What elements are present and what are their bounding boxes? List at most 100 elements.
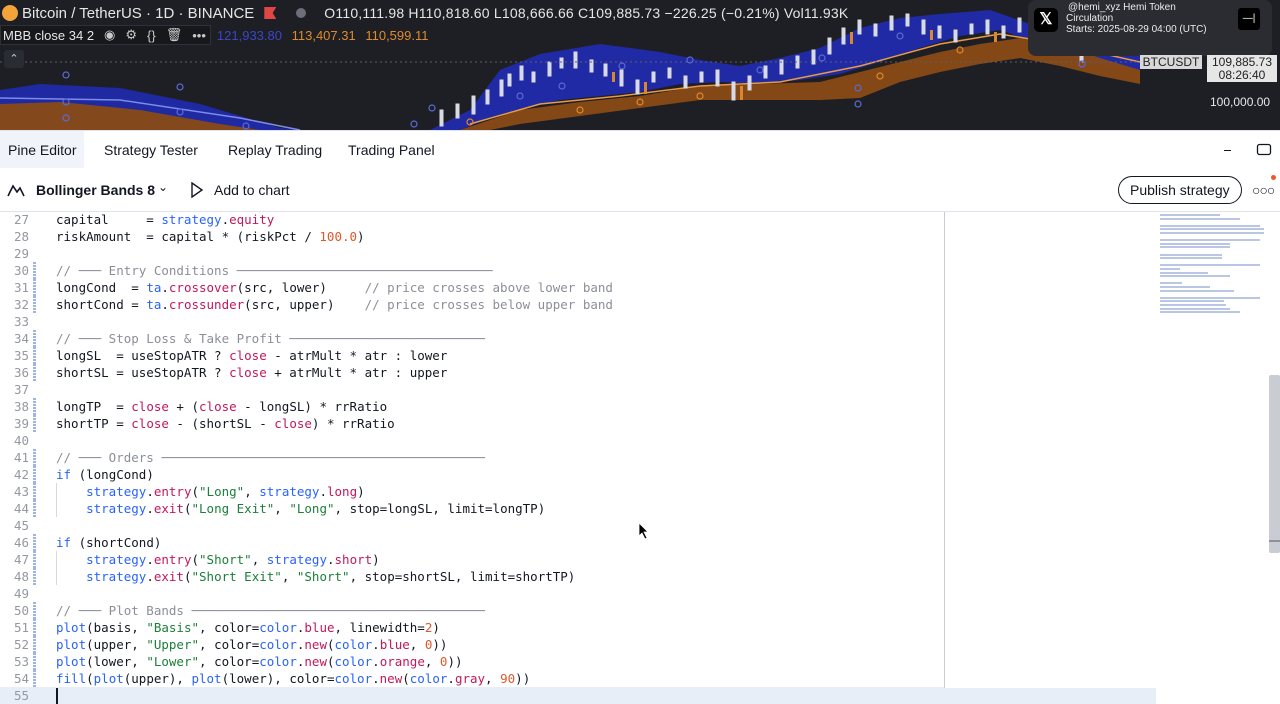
line-number: 48	[13, 569, 29, 584]
text-caret	[56, 688, 58, 704]
collapse-legend-button[interactable]: ⌃	[4, 50, 24, 68]
change-marker	[33, 619, 36, 636]
minimap-line	[1160, 275, 1230, 278]
code-text: longSL = useStopATR ? close - atrMult * …	[56, 348, 448, 363]
price-chart[interactable]: Bitcoin / TetherUS · 1D · BINANCE O110,1…	[0, 0, 1280, 130]
code-line[interactable]: 52 plot(upper, "Upper", color=color.new(c…	[0, 636, 944, 653]
bottom-panel-tabs: Pine Editor Strategy Tester Replay Tradi…	[0, 130, 1280, 169]
minimap-line	[1160, 289, 1234, 292]
code-line[interactable]: 55	[0, 687, 944, 704]
eye-icon[interactable]: ◉	[104, 27, 115, 43]
code-text: plot(basis, "Basis", color=color.blue, l…	[56, 620, 440, 635]
code-line[interactable]: 31 longCond = ta.crossover(src, lower) //…	[0, 279, 944, 296]
code-line[interactable]: 44 strategy.exit("Long Exit", "Long", st…	[0, 500, 944, 517]
notification-popup[interactable]: 𝕏 @hemi_xyz Hemi Token Circulation Start…	[1028, 0, 1272, 56]
add-to-chart-button[interactable]: Add to chart	[214, 182, 290, 198]
tab-pine-editor[interactable]: Pine Editor	[0, 131, 85, 169]
market-status-icon	[296, 8, 307, 18]
code-line[interactable]: 54 fill(plot(upper), plot(lower), color=c…	[0, 670, 944, 687]
play-icon[interactable]	[190, 182, 204, 198]
change-marker	[33, 466, 36, 483]
code-minimap[interactable]	[1160, 214, 1270, 318]
indicator-label-box[interactable]: MBB close 34 2 ◉ ⚙ {} 🗑 •••	[0, 25, 211, 45]
code-text: riskAmount = capital * (riskPct / 100.0)	[56, 229, 365, 244]
line-number: 42	[13, 467, 29, 482]
line-number: 52	[13, 637, 29, 652]
code-text: plot(lower, "Lower", color=color.new(col…	[56, 654, 463, 669]
change-marker	[33, 228, 36, 245]
code-text: longTP = close + (close - longSL) * rrRa…	[56, 399, 388, 414]
scrollbar-marker	[1269, 540, 1280, 542]
flag-icon[interactable]	[264, 7, 277, 19]
code-line[interactable]: 36 shortSL = useStopATR ? close + atrMult…	[0, 364, 944, 381]
code-line[interactable]: 42 if (longCond)	[0, 466, 944, 483]
notification-title: @hemi_xyz Hemi Token	[1068, 2, 1176, 13]
trash-icon[interactable]: 🗑	[166, 27, 183, 43]
code-text: if (shortCond)	[56, 535, 162, 550]
code-line[interactable]: 51 plot(basis, "Basis", color=color.blue,…	[0, 619, 944, 636]
code-line[interactable]: 53 plot(lower, "Lower", color=color.new(c…	[0, 653, 944, 670]
code-line[interactable]: 33	[0, 313, 944, 330]
code-line[interactable]: 32 shortCond = ta.crossunder(src, upper) …	[0, 296, 944, 313]
indicator-name[interactable]: MBB close 34 2	[3, 28, 94, 43]
minimap-line	[1160, 228, 1264, 231]
code-line[interactable]: 46 if (shortCond)	[0, 534, 944, 551]
change-marker	[33, 415, 36, 432]
code-line[interactable]: 39 shortTP = close - (shortSL - close) * …	[0, 415, 944, 432]
code-line[interactable]: 43 strategy.entry("Long", strategy.long)	[0, 483, 944, 500]
mouse-cursor-icon	[638, 522, 649, 540]
line-number: 54	[13, 671, 29, 686]
line-number: 36	[13, 365, 29, 380]
publish-strategy-button[interactable]: Publish strategy	[1118, 176, 1242, 204]
code-editor[interactable]: 27 capital = strategy.equity 28 riskAmount …	[0, 212, 944, 704]
code-line[interactable]: 30 // ─── Entry Conditions ──────────────…	[0, 262, 944, 279]
code-line[interactable]: 28 riskAmount = capital * (riskPct / 100.…	[0, 228, 944, 245]
line-number: 34	[13, 331, 29, 346]
code-line[interactable]: 49	[0, 585, 944, 602]
minimap-line	[1160, 232, 1264, 234]
code-line[interactable]: 29	[0, 245, 944, 262]
maximize-panel-icon[interactable]	[1256, 141, 1272, 160]
tab-trading-panel[interactable]: Trading Panel	[348, 131, 435, 169]
indicator-values: 121,933.80 113,407.31 110,599.11	[217, 28, 429, 43]
tab-strategy-tester[interactable]: Strategy Tester	[104, 131, 198, 169]
code-text: shortCond = ta.crossunder(src, upper) //…	[56, 297, 613, 312]
symbol-title[interactable]: Bitcoin / TetherUS · 1D · BINANCE	[22, 5, 254, 22]
code-line[interactable]: 27 capital = strategy.equity	[0, 212, 944, 228]
code-line[interactable]: 48 strategy.exit("Short Exit", "Short", …	[0, 568, 944, 585]
last-price-label: 109,885.73 08:26:40	[1207, 55, 1277, 82]
more-icon[interactable]: •••	[192, 28, 206, 43]
change-marker	[33, 398, 36, 415]
change-marker	[33, 602, 36, 619]
code-line[interactable]: 45	[0, 517, 944, 534]
tab-replay-trading[interactable]: Replay Trading	[228, 131, 322, 169]
chevron-down-icon[interactable]: ⌄	[158, 180, 168, 194]
line-number: 41	[13, 450, 29, 465]
code-line[interactable]: 50 // ─── Plot Bands ────────────────────…	[0, 602, 944, 619]
code-line[interactable]: 40	[0, 432, 944, 449]
code-line[interactable]: 34 // ─── Stop Loss & Take Profit ───────…	[0, 330, 944, 347]
minimize-panel-icon[interactable]: ⎯	[1224, 141, 1231, 158]
editor-toolbar: Bollinger Bands 8 ⌄ Add to chart Publish…	[0, 168, 1280, 212]
line-number: 37	[13, 382, 29, 397]
code-text: strategy.exit("Short Exit", "Short", sto…	[86, 569, 576, 584]
code-line[interactable]: 37	[0, 381, 944, 398]
change-marker	[33, 432, 36, 449]
minimap-line	[1160, 217, 1240, 220]
more-options-icon[interactable]: ○○○	[1252, 182, 1275, 198]
source-code-icon[interactable]: {}	[147, 28, 156, 43]
script-name[interactable]: Bollinger Bands 8	[36, 182, 155, 198]
settings-icon[interactable]: ⚙	[125, 27, 137, 43]
code-line[interactable]: 47 strategy.entry("Short", strategy.shor…	[0, 551, 944, 568]
minimap-line	[1160, 300, 1224, 303]
line-number: 33	[13, 314, 29, 329]
code-line[interactable]: 35 longSL = useStopATR ? close - atrMult …	[0, 347, 944, 364]
line-number: 49	[13, 586, 29, 601]
indent-guide	[56, 483, 57, 517]
code-line[interactable]: 41 // ─── Orders ────────────────────────…	[0, 449, 944, 466]
code-line[interactable]: 38 longTP = close + (close - longSL) * rr…	[0, 398, 944, 415]
minimap-line	[1160, 246, 1230, 249]
editor-scrollbar[interactable]	[1269, 375, 1280, 553]
code-text: shortSL = useStopATR ? close + atrMult *…	[56, 365, 448, 380]
minimap-line	[1160, 264, 1260, 267]
